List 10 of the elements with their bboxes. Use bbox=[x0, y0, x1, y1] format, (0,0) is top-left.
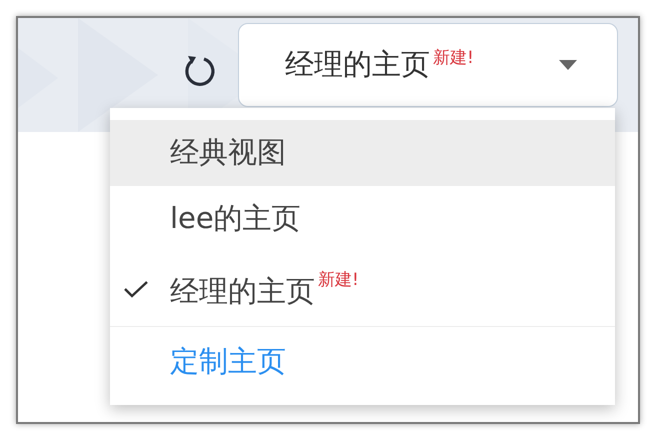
menu-item-label: lee的主页 bbox=[170, 200, 301, 237]
new-label: 新建! bbox=[433, 47, 474, 69]
menu-item[interactable]: lee的主页 bbox=[110, 186, 615, 252]
caret-icon bbox=[559, 60, 577, 70]
menu-item-label: 经理的主页 bbox=[170, 273, 315, 310]
check-icon bbox=[123, 279, 149, 299]
menu-item[interactable]: 经典视图 bbox=[110, 120, 615, 186]
menu-item-label: 定制主页 bbox=[170, 343, 286, 380]
menu-item-label: 经典视图 bbox=[170, 134, 286, 171]
new-label: 新建! bbox=[318, 269, 359, 291]
